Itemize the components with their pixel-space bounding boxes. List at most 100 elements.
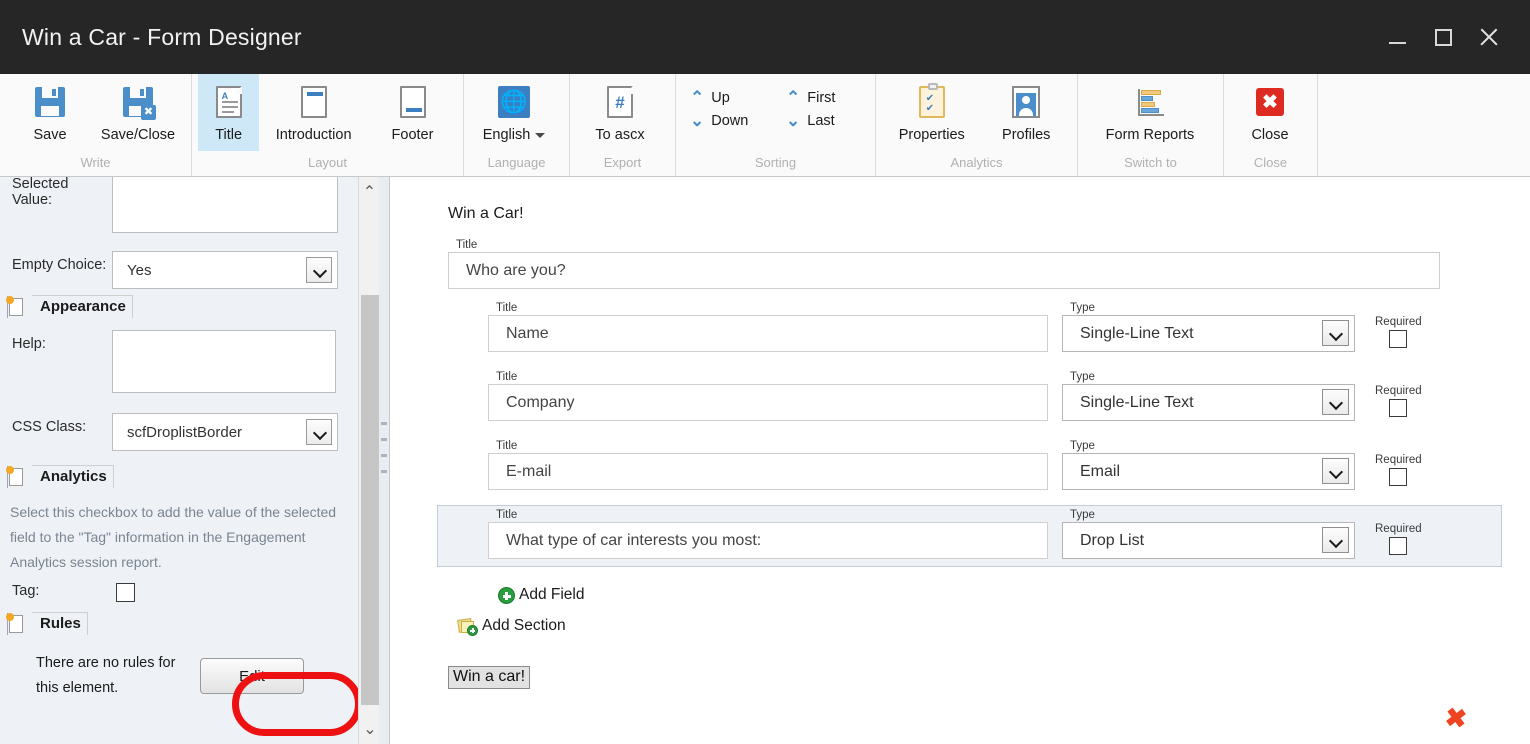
sort-up-button[interactable]: ⌃ Up xyxy=(682,86,778,109)
close-window-button[interactable] xyxy=(1466,0,1512,74)
field-title-label: Title xyxy=(496,440,1048,452)
red-close-icon: ✖ xyxy=(1256,83,1284,121)
chevron-down-icon[interactable] xyxy=(1322,320,1349,346)
field-type-select[interactable]: Single-Line Text xyxy=(1062,384,1355,421)
tag-row: Tag: xyxy=(0,583,358,602)
scrollbar-thumb[interactable] xyxy=(361,295,379,705)
delete-x-icon[interactable]: ✖ xyxy=(1443,704,1468,733)
field-required-label: Required xyxy=(1375,454,1422,466)
field-title-label: Title xyxy=(496,371,1048,383)
minimize-button[interactable] xyxy=(1374,0,1420,74)
save-close-button[interactable]: ✖ Save/Close xyxy=(94,74,182,143)
ribbon-group-switch-to: Form Reports Switch to xyxy=(1078,74,1224,176)
field-title-label: Title xyxy=(496,302,1048,314)
section-document-icon xyxy=(6,296,26,318)
field-title-input[interactable]: Company xyxy=(488,384,1048,421)
section-document-icon xyxy=(6,613,26,635)
properties-button[interactable]: ✔ ✔ Properties xyxy=(882,74,981,143)
window-controls xyxy=(1374,0,1530,74)
sort-down-button[interactable]: ⌄ Down xyxy=(682,109,778,132)
scroll-down-arrow-icon[interactable]: ⌄ xyxy=(359,714,381,744)
language-button[interactable]: 🌐 English xyxy=(470,74,558,143)
field-type-select[interactable]: Email xyxy=(1062,453,1355,490)
analytics-section-label: Analytics xyxy=(32,465,114,488)
add-section-button[interactable]: Add Section xyxy=(458,617,566,635)
double-chevron-up-icon: ⌃ xyxy=(786,89,800,106)
form-heading: Win a Car! xyxy=(448,205,524,223)
chevron-down-icon[interactable] xyxy=(306,257,332,283)
field-required-group: Required xyxy=(1375,523,1422,555)
chevron-up-icon: ⌃ xyxy=(690,89,704,106)
section-title-label: Title xyxy=(456,239,1440,251)
rules-section-header[interactable]: Rules xyxy=(0,606,358,641)
empty-choice-select[interactable]: Yes xyxy=(112,251,338,289)
footer-document-icon xyxy=(400,83,426,121)
ribbon-group-label-language: Language xyxy=(470,154,563,176)
chevron-down-icon[interactable] xyxy=(306,419,332,445)
selected-value-row: Selected Value: xyxy=(0,177,358,233)
add-section-label: Add Section xyxy=(482,617,566,635)
field-required-label: Required xyxy=(1375,316,1422,328)
css-class-select[interactable]: scfDroplistBorder xyxy=(112,413,338,451)
field-title-input[interactable]: What type of car interests you most: xyxy=(488,522,1048,559)
analytics-section-header[interactable]: Analytics xyxy=(0,459,358,494)
ribbon-group-analytics: ✔ ✔ Properties Profiles Analytics xyxy=(876,74,1078,176)
title-button[interactable]: A Title xyxy=(198,74,259,151)
field-row-type-group: Type Single-Line Text xyxy=(1062,302,1355,352)
form-reports-button[interactable]: Form Reports xyxy=(1084,74,1216,143)
field-required-checkbox[interactable] xyxy=(1389,537,1407,555)
field-title-input[interactable]: E-mail xyxy=(488,453,1048,490)
ribbon-group-layout: A Title Introduction Footer xyxy=(192,74,464,176)
tag-checkbox[interactable] xyxy=(116,583,135,602)
css-class-label: CSS Class: xyxy=(12,413,112,435)
field-required-checkbox[interactable] xyxy=(1389,330,1407,348)
profile-portrait-icon xyxy=(1012,83,1040,121)
properties-panel-scrollbar[interactable]: ⌃ ⌄ xyxy=(358,177,380,744)
sort-first-button[interactable]: ⌃ First xyxy=(778,86,874,109)
double-chevron-down-icon: ⌄ xyxy=(786,112,800,129)
ribbon-group-label-sorting: Sorting xyxy=(682,154,869,176)
maximize-icon xyxy=(1435,29,1452,46)
profiles-button[interactable]: Profiles xyxy=(981,74,1071,143)
help-input[interactable] xyxy=(112,330,336,393)
sort-last-button[interactable]: ⌄ Last xyxy=(778,109,874,132)
ribbon-group-write: Save ✖ Save/Close Write xyxy=(0,74,192,176)
chevron-down-icon: ⌄ xyxy=(690,112,704,129)
ribbon-group-close: ✖ Close Close xyxy=(1224,74,1318,176)
field-type-value: Drop List xyxy=(1080,532,1144,550)
field-title-input[interactable]: Name xyxy=(488,315,1048,352)
save-button[interactable]: Save xyxy=(6,74,94,143)
close-form-button[interactable]: ✖ Close xyxy=(1230,74,1310,143)
chevron-down-icon[interactable] xyxy=(1322,458,1349,484)
introduction-document-icon xyxy=(301,83,327,121)
footer-button[interactable]: Footer xyxy=(368,74,457,143)
title-document-icon: A xyxy=(216,83,242,121)
field-type-select[interactable]: Single-Line Text xyxy=(1062,315,1355,352)
to-ascx-button[interactable]: # To ascx xyxy=(576,74,664,143)
introduction-button[interactable]: Introduction xyxy=(259,74,368,143)
add-field-button[interactable]: Add Field xyxy=(498,586,584,604)
field-row-title-group: Title E-mail xyxy=(488,440,1048,490)
ribbon-group-language: 🌐 English Language xyxy=(464,74,570,176)
field-row-type-group: Type Single-Line Text xyxy=(1062,371,1355,421)
field-required-checkbox[interactable] xyxy=(1389,468,1407,486)
chevron-down-icon[interactable] xyxy=(1322,527,1349,553)
ribbon-toolbar: Save ✖ Save/Close Write A xyxy=(0,74,1530,177)
ribbon-group-label-analytics: Analytics xyxy=(882,154,1071,176)
field-required-label: Required xyxy=(1375,385,1422,397)
submit-button[interactable]: Win a car! xyxy=(448,666,530,689)
field-type-select[interactable]: Drop List xyxy=(1062,522,1355,559)
rules-empty-text: There are no rules for this element. xyxy=(36,651,186,701)
chevron-down-icon[interactable] xyxy=(1322,389,1349,415)
selected-value-input[interactable] xyxy=(112,177,338,233)
maximize-button[interactable] xyxy=(1420,0,1466,74)
tag-label: Tag: xyxy=(12,583,116,599)
appearance-section-label: Appearance xyxy=(32,295,133,318)
appearance-section-header[interactable]: Appearance xyxy=(0,289,358,324)
panel-splitter[interactable] xyxy=(379,177,390,744)
scroll-up-arrow-icon[interactable]: ⌃ xyxy=(359,177,380,207)
css-class-row: CSS Class: scfDroplistBorder xyxy=(0,413,358,451)
window-title-bar: Win a Car - Form Designer xyxy=(0,0,1530,74)
field-required-checkbox[interactable] xyxy=(1389,399,1407,417)
section-title-input[interactable]: Who are you? xyxy=(448,252,1440,289)
